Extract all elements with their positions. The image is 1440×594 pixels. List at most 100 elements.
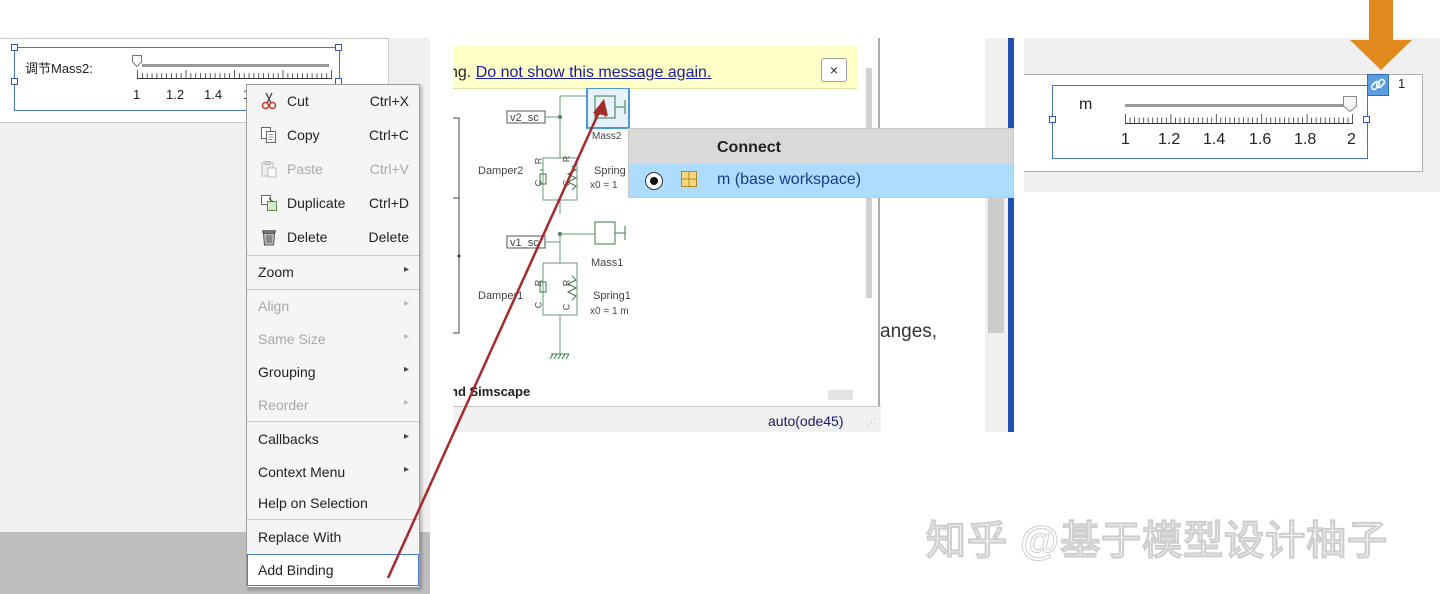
chevron-right-icon: ▸: [403, 331, 409, 342]
slider-thumb[interactable]: [1343, 96, 1357, 112]
banner-text: ng. Do not show this message again.: [453, 64, 711, 82]
tick-label: 1.2: [1158, 131, 1181, 148]
resize-handle[interactable]: [335, 44, 342, 51]
menu-item-label: Add Binding: [258, 562, 334, 578]
m-slider-block[interactable]: m 1 1.2 1.4 1.6 1.8 2: [1049, 85, 1370, 159]
menu-item-label: Grouping: [258, 364, 316, 380]
r-label: R: [561, 279, 572, 287]
menu-separator: [247, 519, 419, 520]
tick-label: 1: [133, 87, 141, 102]
duplicate-icon: [261, 195, 277, 211]
slider-label: 调节Mass2:: [25, 61, 93, 76]
menu-item-same-size: Same Size ▸: [247, 323, 419, 355]
tick-label: 1: [1121, 131, 1130, 148]
chevron-right-icon: ▸: [403, 298, 409, 309]
connect-option-label: m (base workspace): [717, 171, 862, 188]
chevron-right-icon: ▸: [403, 431, 409, 442]
menu-item-label: Same Size: [258, 331, 326, 347]
spring-symbol: [566, 165, 578, 191]
tick-label: 1.4: [1203, 131, 1226, 148]
binding-link-button[interactable]: [1367, 74, 1389, 96]
menu-item-align: Align ▸: [247, 290, 419, 322]
menu-item-replace-with[interactable]: Replace With: [247, 521, 419, 553]
link-icon: [1370, 78, 1386, 91]
menu-item-copy[interactable]: Copy Ctrl+C: [247, 119, 419, 151]
r-label: R: [561, 155, 572, 163]
radio-button[interactable]: [645, 172, 663, 190]
resize-handle[interactable]: [11, 44, 18, 51]
scrollbar-thumb[interactable]: [988, 198, 1004, 333]
menu-item-help-on-selection[interactable]: Help on Selection: [247, 487, 419, 519]
scroll-marker: [828, 390, 853, 400]
connect-popup: Connect m (base workspace): [628, 128, 1014, 198]
slider-label: m: [1079, 96, 1093, 113]
menu-item-paste: Paste Ctrl+V: [247, 153, 419, 185]
connect-header: Connect: [629, 129, 1013, 163]
menu-item-grouping[interactable]: Grouping ▸: [247, 356, 419, 388]
menu-item-shortcut: Ctrl+C: [368, 127, 409, 143]
menu-item-label: Copy: [287, 127, 320, 143]
slider-track[interactable]: [1125, 104, 1353, 107]
block-label-v1-sc: v1_sc: [510, 237, 539, 249]
r-label: R: [533, 157, 544, 165]
context-menu: Cut Ctrl+X Copy Ctrl+C Paste Ctrl+V Dupl…: [246, 84, 420, 588]
side-strip: [985, 38, 1009, 432]
menu-item-label: Zoom: [258, 264, 294, 280]
subsystem-border: [453, 117, 460, 238]
dont-show-again-link[interactable]: Do not show this message again.: [476, 64, 712, 81]
chevron-right-icon: ▸: [403, 397, 409, 408]
resize-grip-icon[interactable]: ⋰: [867, 417, 876, 428]
menu-item-add-binding[interactable]: Add Binding: [247, 554, 419, 586]
variable-grid-icon: [681, 171, 697, 187]
menu-item-duplicate[interactable]: Duplicate Ctrl+D: [247, 187, 419, 219]
menu-item-delete[interactable]: Delete Delete: [247, 221, 419, 253]
menu-item-shortcut: Delete: [368, 229, 409, 245]
block-label-v2-sc: v2_sc: [510, 112, 539, 124]
panel-border: [878, 38, 880, 432]
menu-item-label: Paste: [287, 161, 323, 177]
mass1-block: [594, 221, 616, 245]
c-label: C: [533, 301, 544, 309]
banner-prefix: ng.: [453, 64, 472, 81]
menu-item-reorder: Reorder ▸: [247, 389, 419, 421]
damper1-frame: [542, 262, 578, 316]
menu-item-zoom[interactable]: Zoom ▸: [247, 256, 419, 288]
menu-item-label: Duplicate: [287, 195, 346, 211]
block-label-damper1: Damper1: [478, 290, 524, 302]
c-label: C: [561, 179, 572, 187]
notification-banner: ng. Do not show this message again. ×: [453, 46, 857, 89]
slider-track[interactable]: [142, 64, 329, 67]
menu-item-shortcut: Ctrl+V: [369, 161, 409, 177]
resize-handle[interactable]: [1363, 116, 1370, 123]
connect-option-row[interactable]: m (base workspace): [629, 163, 1013, 197]
simulink-model-panel: ng. Do not show this message again. × v2…: [453, 38, 881, 432]
menu-item-label: Cut: [287, 93, 309, 109]
slider-thumb[interactable]: [132, 55, 142, 67]
menu-item-context-menu[interactable]: Context Menu ▸: [247, 456, 419, 488]
watermark: 知乎 @基于模型设计柚子: [925, 519, 1389, 564]
tick-label: 1.8: [1294, 131, 1317, 148]
blue-edge: [1008, 38, 1014, 432]
block-label-mass2: Mass2: [592, 131, 622, 142]
block-label-spring2: Spring: [594, 165, 626, 177]
slider-tick-marks: [137, 70, 332, 79]
mass2-selection: [586, 88, 630, 129]
ground-icon: [549, 353, 570, 360]
connect-title: Connect: [717, 139, 781, 156]
menu-item-shortcut: Ctrl+D: [368, 195, 409, 211]
resize-handle[interactable]: [11, 78, 18, 85]
menu-item-label: Reorder: [258, 397, 309, 413]
block-label-spring1: Spring1: [593, 290, 631, 302]
solver-status[interactable]: auto(ode45): [768, 413, 844, 429]
menu-item-label: Help on Selection: [258, 495, 368, 511]
chevron-right-icon: ▸: [403, 364, 409, 375]
resize-handle[interactable]: [1049, 116, 1056, 123]
menu-item-cut[interactable]: Cut Ctrl+X: [247, 85, 419, 117]
menu-item-callbacks[interactable]: Callbacks ▸: [247, 423, 419, 455]
menu-item-label: Replace With: [258, 529, 342, 545]
menu-item-shortcut: Ctrl+X: [369, 93, 409, 109]
menu-item-label: Callbacks: [258, 431, 319, 447]
paste-icon: [261, 161, 277, 178]
close-banner-button[interactable]: ×: [821, 58, 847, 82]
tick-label: 1.6: [1249, 131, 1272, 148]
